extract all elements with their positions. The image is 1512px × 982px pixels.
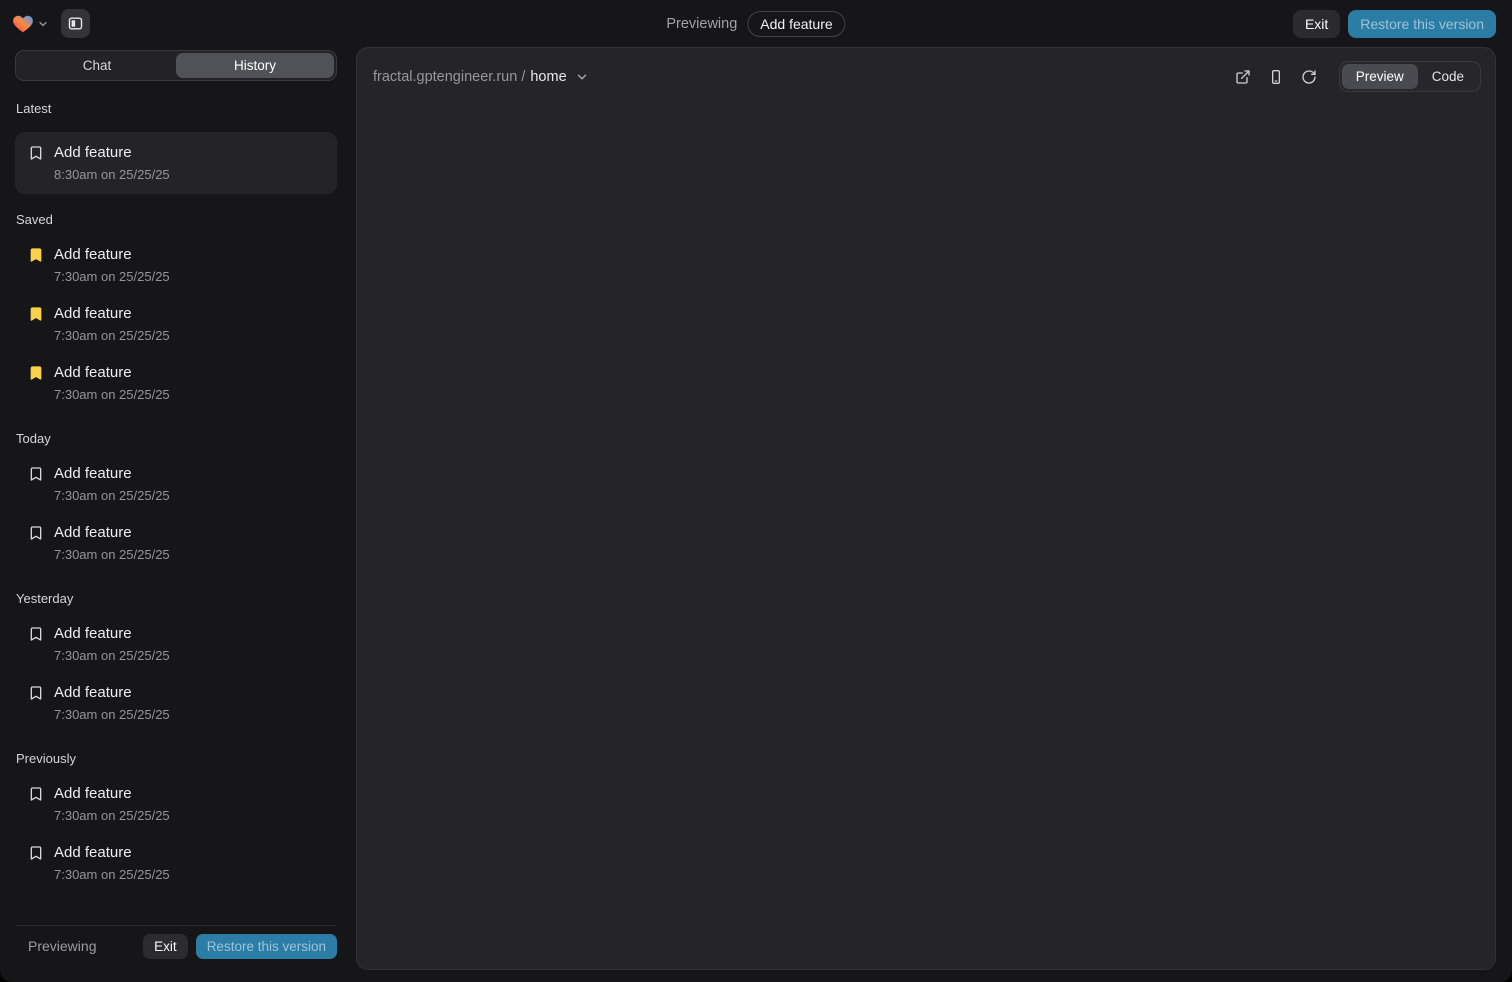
restore-version-button-footer[interactable]: Restore this version (196, 934, 337, 959)
bookmark-filled-icon (28, 365, 44, 381)
history-item-time: 8:30am on 25/25/25 (54, 167, 170, 183)
refresh-icon (1301, 69, 1317, 85)
history-item-time: 7:30am on 25/25/25 (54, 547, 170, 563)
previewing-status-label: Previewing (28, 938, 135, 954)
history-section-yesterday: Yesterday Add feature 7:30am on 25/25/25… (15, 591, 337, 723)
history-item[interactable]: Add feature 7:30am on 25/25/25 (15, 304, 337, 344)
history-list[interactable]: Latest Add feature 8:30am on 25/25/25 Sa… (15, 81, 337, 925)
section-label: Yesterday (15, 591, 337, 606)
lovable-heart-icon (12, 13, 34, 35)
history-item[interactable]: Add feature 7:30am on 25/25/25 (15, 523, 337, 563)
tab-preview[interactable]: Preview (1342, 64, 1418, 89)
history-item[interactable]: Add feature 7:30am on 25/25/25 (15, 624, 337, 664)
topbar-actions: Exit Restore this version (1293, 0, 1496, 47)
history-item[interactable]: Add feature 7:30am on 25/25/25 (15, 843, 337, 883)
bookmark-filled-icon (28, 247, 44, 263)
history-item[interactable]: Add feature 7:30am on 25/25/25 (15, 464, 337, 504)
restore-version-button[interactable]: Restore this version (1348, 10, 1496, 38)
previewing-banner: Previewing Add feature (666, 0, 845, 47)
history-item-time: 7:30am on 25/25/25 (54, 867, 170, 883)
sidebar-footer: Previewing Exit Restore this version (15, 925, 337, 966)
previewing-label: Previewing (666, 16, 737, 32)
sidebar-toggle-button[interactable] (61, 9, 90, 38)
preview-header: fractal.gptengineer.run / home Preview C… (357, 48, 1495, 105)
sidebar-tabs: Chat History (15, 50, 337, 81)
panel-left-icon (67, 15, 84, 32)
topbar: Previewing Add feature Exit Restore this… (0, 0, 1512, 47)
history-item-title: Add feature (54, 143, 170, 162)
url-selector[interactable]: fractal.gptengineer.run / home (373, 69, 589, 85)
preview-viewport[interactable] (357, 100, 1495, 969)
preview-panel: fractal.gptengineer.run / home Preview C… (356, 47, 1496, 970)
version-badge: Add feature (747, 11, 845, 37)
history-item[interactable]: Add feature 7:30am on 25/25/25 (15, 363, 337, 403)
chevron-down-icon (575, 70, 589, 84)
app-logo-menu[interactable] (12, 13, 49, 35)
tab-history[interactable]: History (176, 53, 334, 78)
history-item-title: Add feature (54, 363, 170, 382)
bookmark-icon (28, 525, 44, 541)
history-item-title: Add feature (54, 784, 170, 803)
history-item-time: 7:30am on 25/25/25 (54, 328, 170, 344)
history-item-time: 7:30am on 25/25/25 (54, 808, 170, 824)
tab-chat[interactable]: Chat (18, 53, 176, 78)
history-item-selected[interactable]: Add feature 8:30am on 25/25/25 (15, 132, 337, 194)
mobile-icon (1268, 69, 1284, 85)
refresh-button[interactable] (1296, 64, 1322, 90)
view-mode-tabs: Preview Code (1339, 61, 1481, 92)
chevron-down-icon (37, 18, 49, 30)
history-item-time: 7:30am on 25/25/25 (54, 648, 170, 664)
external-link-icon (1235, 69, 1251, 85)
bookmark-icon (28, 685, 44, 701)
history-item-title: Add feature (54, 683, 170, 702)
section-label: Latest (15, 101, 337, 116)
bookmark-filled-icon (28, 306, 44, 322)
url-prefix: fractal.gptengineer.run / (373, 69, 525, 85)
history-item-title: Add feature (54, 245, 170, 264)
exit-button[interactable]: Exit (1293, 10, 1340, 38)
history-section-saved: Saved Add feature 7:30am on 25/25/25 Add… (15, 212, 337, 403)
section-label: Previously (15, 751, 337, 766)
history-item-time: 7:30am on 25/25/25 (54, 488, 170, 504)
history-section-today: Today Add feature 7:30am on 25/25/25 Add… (15, 431, 337, 563)
history-item-title: Add feature (54, 464, 170, 483)
mobile-view-button[interactable] (1263, 64, 1289, 90)
history-item[interactable]: Add feature 7:30am on 25/25/25 (15, 683, 337, 723)
preview-actions: Preview Code (1230, 61, 1481, 92)
history-item-time: 7:30am on 25/25/25 (54, 707, 170, 723)
history-item[interactable]: Add feature 7:30am on 25/25/25 (15, 784, 337, 824)
open-in-new-tab-button[interactable] (1230, 64, 1256, 90)
topbar-left (12, 0, 90, 47)
history-item-title: Add feature (54, 523, 170, 542)
bookmark-icon (28, 145, 44, 161)
bookmark-icon (28, 626, 44, 642)
app-window: Previewing Add feature Exit Restore this… (0, 0, 1512, 982)
history-section-previously: Previously Add feature 7:30am on 25/25/2… (15, 751, 337, 883)
section-label: Today (15, 431, 337, 446)
bookmark-icon (28, 786, 44, 802)
bookmark-icon (28, 466, 44, 482)
history-sidebar: Chat History Latest Add feature 8:30am o… (15, 50, 337, 966)
history-item-title: Add feature (54, 843, 170, 862)
bookmark-icon (28, 845, 44, 861)
history-item-time: 7:30am on 25/25/25 (54, 269, 170, 285)
history-item-title: Add feature (54, 304, 170, 323)
exit-button-footer[interactable]: Exit (143, 934, 188, 959)
history-section-latest: Latest Add feature 8:30am on 25/25/25 (15, 101, 337, 194)
history-item-title: Add feature (54, 624, 170, 643)
url-current-page: home (530, 69, 566, 85)
history-item-time: 7:30am on 25/25/25 (54, 387, 170, 403)
tab-code[interactable]: Code (1418, 64, 1478, 89)
section-label: Saved (15, 212, 337, 227)
history-item[interactable]: Add feature 7:30am on 25/25/25 (15, 245, 337, 285)
